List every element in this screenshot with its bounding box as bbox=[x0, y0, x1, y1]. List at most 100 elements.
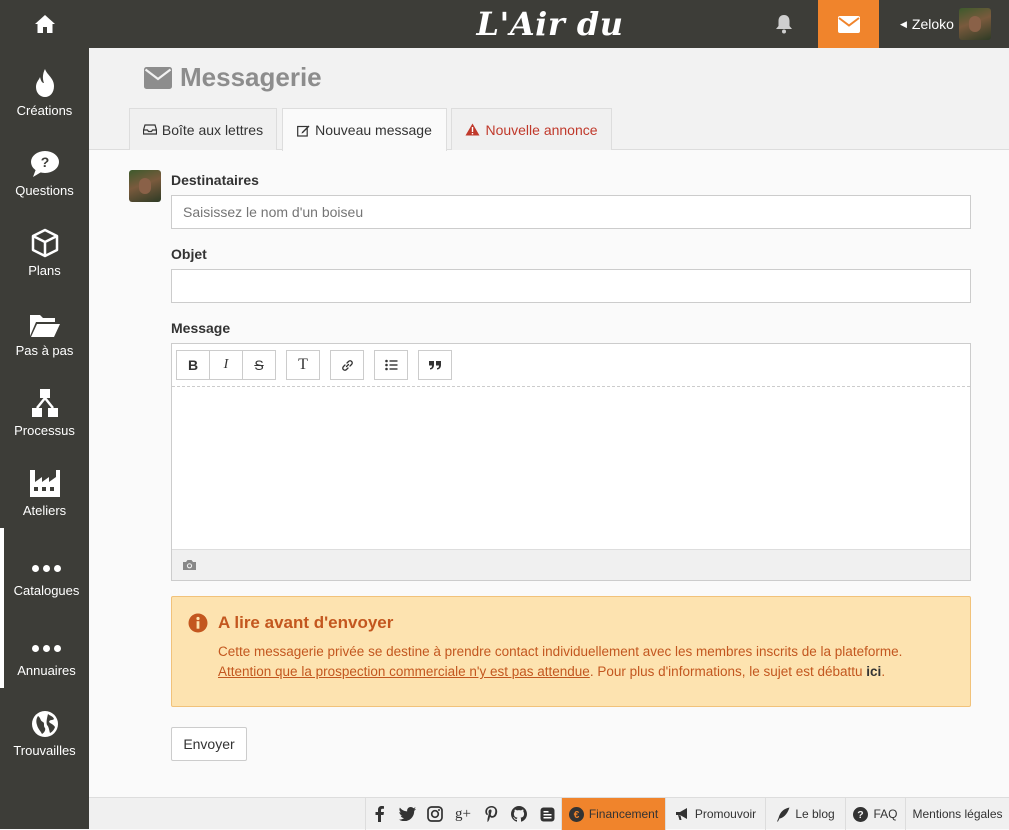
blog-link[interactable]: Le blog bbox=[765, 798, 845, 830]
sidebar-item-creations[interactable]: Créations bbox=[0, 48, 89, 128]
user-menu[interactable]: ◀ Zeloko bbox=[900, 0, 991, 48]
tab-nouvelle-annonce[interactable]: Nouvelle annonce bbox=[451, 108, 612, 150]
recipients-label: Destinataires bbox=[171, 172, 259, 188]
twitter-link[interactable] bbox=[393, 798, 421, 830]
bell-icon bbox=[776, 15, 792, 34]
top-bar: L'Air du Bois ◀ Zeloko bbox=[0, 0, 1009, 91]
bullhorn-icon bbox=[675, 808, 687, 820]
editor-textarea[interactable] bbox=[172, 388, 970, 549]
fire-icon bbox=[35, 69, 54, 97]
cube-icon bbox=[31, 228, 58, 258]
send-button[interactable]: Envoyer bbox=[171, 727, 247, 761]
ellipsis-icon bbox=[32, 565, 61, 572]
facebook-link[interactable] bbox=[365, 798, 393, 830]
facebook-icon bbox=[375, 806, 384, 822]
sidebar-item-label: Annuaires bbox=[17, 663, 76, 678]
pinterest-icon bbox=[484, 806, 497, 822]
folder-open-icon bbox=[29, 315, 60, 337]
home-icon bbox=[34, 15, 55, 33]
sidebar-item-plans[interactable]: Plans bbox=[0, 208, 89, 288]
camera-icon[interactable] bbox=[182, 559, 197, 571]
tab-boite-aux-lettres[interactable]: Boîte aux lettres bbox=[129, 108, 277, 150]
link-button[interactable] bbox=[330, 350, 364, 380]
sidebar: Créations ? Questions Plans Pas à pas Pr… bbox=[0, 48, 95, 829]
question-circle-icon: ? bbox=[853, 806, 869, 822]
info-icon bbox=[188, 613, 208, 633]
warning-title: A lire avant d'envoyer bbox=[218, 613, 394, 632]
sidebar-item-annuaires[interactable]: Annuaires bbox=[0, 608, 95, 688]
warning-notice: A lire avant d'envoyer Cette messagerie … bbox=[171, 596, 971, 707]
google-plus-icon: g+ bbox=[455, 805, 471, 822]
warning-text-2: . Pour plus d'informations, le sujet est… bbox=[589, 664, 867, 679]
editor-toolbar: B I S T bbox=[172, 344, 970, 387]
euro-icon: € bbox=[568, 806, 584, 822]
sidebar-item-processus[interactable]: Processus bbox=[0, 368, 89, 448]
notifications-button[interactable] bbox=[762, 0, 806, 48]
message-editor: B I S T bbox=[171, 343, 971, 581]
sidebar-item-trouvailles[interactable]: Trouvailles bbox=[0, 688, 89, 768]
page-title: Messagerie bbox=[144, 62, 322, 93]
editor-footer bbox=[172, 549, 970, 580]
tab-nouveau-message[interactable]: Nouveau message bbox=[282, 108, 447, 151]
here-link[interactable]: ici bbox=[866, 664, 881, 679]
svg-text:€: € bbox=[574, 810, 580, 821]
sidebar-item-catalogues[interactable]: Catalogues bbox=[0, 528, 95, 608]
sidebar-item-label: Ateliers bbox=[22, 503, 67, 518]
edit-icon bbox=[297, 125, 310, 137]
messages-button[interactable] bbox=[818, 0, 879, 48]
sidebar-item-label: Pas à pas bbox=[15, 343, 74, 358]
promote-label: Promouvoir bbox=[694, 807, 757, 821]
github-link[interactable] bbox=[505, 798, 533, 830]
recipients-input[interactable] bbox=[171, 195, 971, 229]
link-icon bbox=[341, 359, 353, 371]
envelope-icon bbox=[837, 15, 860, 33]
inbox-icon bbox=[142, 124, 157, 135]
promote-link[interactable]: Promouvoir bbox=[665, 798, 765, 830]
warning-text: Cette messagerie privée se destine à pre… bbox=[218, 642, 958, 682]
sidebar-item-ateliers[interactable]: Ateliers bbox=[0, 448, 89, 528]
footer: g+ € Financement Promouvoir Le blog ? FA… bbox=[89, 797, 1009, 830]
globe-icon bbox=[31, 711, 58, 737]
tab-label: Boîte aux lettres bbox=[161, 121, 264, 138]
sidebar-item-label: Plans bbox=[28, 263, 61, 278]
italic-button[interactable]: I bbox=[209, 350, 243, 380]
financing-link[interactable]: € Financement bbox=[561, 798, 665, 830]
heading-button[interactable]: T bbox=[286, 350, 320, 380]
strikethrough-button[interactable]: S bbox=[242, 350, 276, 380]
warning-text-1: Cette messagerie privée se destine à pre… bbox=[218, 644, 903, 659]
legal-link[interactable]: Mentions légales bbox=[905, 798, 1009, 830]
svg-text:?: ? bbox=[40, 154, 49, 170]
blog-feed-link[interactable] bbox=[533, 798, 561, 830]
warning-text-end: . bbox=[881, 664, 886, 679]
sidebar-item-pas-a-pas[interactable]: Pas à pas bbox=[0, 288, 89, 368]
warning-icon bbox=[465, 123, 480, 136]
google-plus-link[interactable]: g+ bbox=[449, 798, 477, 830]
sidebar-item-label: Catalogues bbox=[13, 583, 80, 598]
github-icon bbox=[511, 806, 527, 822]
legal-label: Mentions légales bbox=[912, 807, 1003, 821]
instagram-icon bbox=[427, 806, 443, 822]
avatar bbox=[958, 8, 991, 40]
username: Zeloko bbox=[911, 16, 954, 32]
prospection-link[interactable]: Attention que la prospection commerciale… bbox=[218, 664, 590, 679]
quote-button[interactable] bbox=[418, 350, 452, 380]
pinterest-link[interactable] bbox=[477, 798, 505, 830]
sitemap-icon bbox=[31, 389, 58, 417]
feather-icon bbox=[777, 807, 790, 821]
question-bubble-icon: ? bbox=[30, 151, 59, 177]
faq-link[interactable]: ? FAQ bbox=[845, 798, 905, 830]
page-title-text: Messagerie bbox=[180, 62, 322, 92]
brand-logo[interactable]: L'Air du Bois bbox=[440, 0, 660, 91]
blog-label: Le blog bbox=[795, 807, 835, 821]
list-button[interactable] bbox=[374, 350, 408, 380]
industry-icon bbox=[29, 470, 60, 497]
instagram-link[interactable] bbox=[421, 798, 449, 830]
twitter-icon bbox=[398, 807, 416, 821]
list-icon bbox=[384, 359, 397, 371]
bold-button[interactable]: B bbox=[176, 350, 210, 380]
sender-avatar bbox=[129, 170, 161, 202]
home-button[interactable] bbox=[0, 0, 89, 48]
sidebar-item-questions[interactable]: ? Questions bbox=[0, 128, 89, 208]
tab-label: Nouvelle annonce bbox=[485, 121, 598, 138]
subject-input[interactable] bbox=[171, 269, 971, 303]
